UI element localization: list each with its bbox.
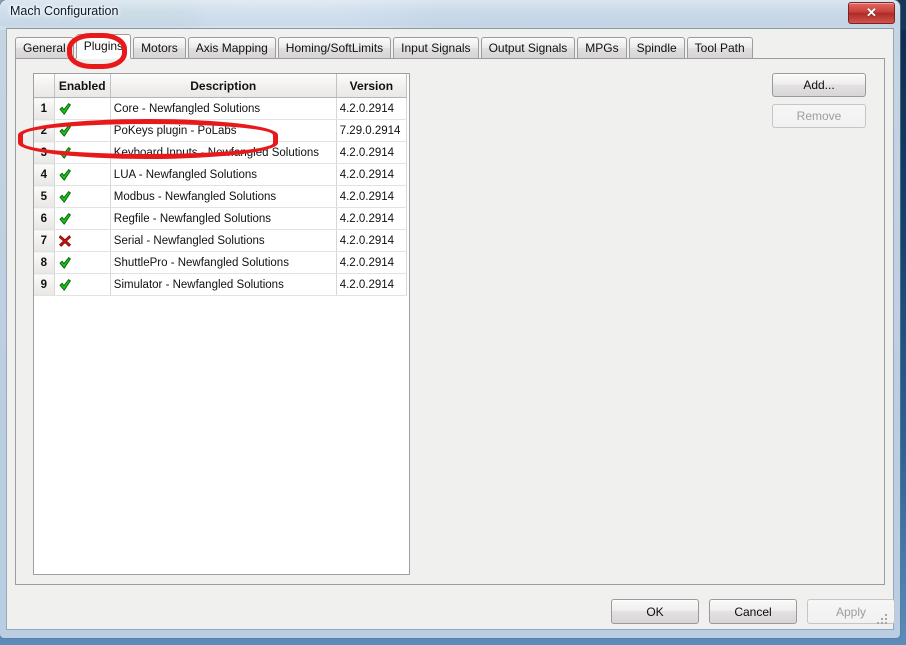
title-bar[interactable]: Mach Configuration ✕ [0, 0, 900, 26]
version-cell[interactable]: 4.2.0.2914 [336, 141, 408, 164]
row-number[interactable]: 2 [34, 119, 55, 142]
row-number[interactable]: 7 [34, 229, 55, 252]
column-header-version[interactable]: Version [336, 74, 408, 98]
table-row[interactable]: 4 LUA - Newfangled Solutions 4.2.0.2914 [34, 163, 408, 186]
row-number[interactable]: 3 [34, 141, 55, 164]
enabled-cell[interactable] [54, 185, 111, 208]
description-cell[interactable]: Serial - Newfangled Solutions [110, 229, 337, 252]
row-number[interactable]: 6 [34, 207, 55, 230]
tab-spindle[interactable]: Spindle [628, 37, 685, 59]
table-row[interactable]: 7 Serial - Newfangled Solutions 4.2.0.2914 [34, 229, 408, 252]
table-header-row: Enabled Description Version [34, 74, 408, 98]
tab-mpgs[interactable]: MPGs [577, 37, 627, 59]
description-cell[interactable]: Keyboard Inputs - Newfangled Solutions [110, 141, 337, 164]
green-check-icon [59, 146, 71, 159]
description-cell[interactable]: Modbus - Newfangled Solutions [110, 185, 337, 208]
column-header-enabled[interactable]: Enabled [54, 74, 111, 98]
mach-configuration-window: Mach Configuration ✕ General Plugins Motor… [0, 0, 900, 638]
enabled-cell[interactable] [54, 97, 111, 120]
green-check-icon [59, 190, 71, 203]
tab-motors[interactable]: Motors [133, 37, 186, 59]
client-area: General Plugins Motors Axis Mapping Homing/S… [6, 28, 895, 630]
table-row[interactable]: 8 ShuttlePro - Newfangled Solutions 4.2.0.… [34, 251, 408, 274]
description-cell[interactable]: Core - Newfangled Solutions [110, 97, 337, 120]
version-cell[interactable]: 4.2.0.2914 [336, 185, 408, 208]
tab-axis-mapping[interactable]: Axis Mapping [187, 37, 276, 59]
table-row[interactable]: 2 PoKeys plugin - PoLabs 7.29.0.2914 [34, 119, 408, 142]
plugins-table: Enabled Description Version 1 Core - Newf… [34, 74, 408, 296]
version-cell[interactable]: 7.29.0.2914 [336, 119, 408, 142]
table-row[interactable]: 3 Keyboard Inputs - Newfangled Solutions 4… [34, 141, 408, 164]
tab-general[interactable]: General [15, 37, 74, 59]
version-cell[interactable]: 4.2.0.2914 [336, 229, 408, 252]
version-cell[interactable]: 4.2.0.2914 [336, 163, 408, 186]
row-number[interactable]: 9 [34, 273, 55, 296]
description-cell[interactable]: Simulator - Newfangled Solutions [110, 273, 337, 296]
description-cell[interactable]: Regfile - Newfangled Solutions [110, 207, 337, 230]
resize-grip-icon[interactable] [875, 612, 889, 626]
enabled-cell[interactable] [54, 273, 111, 296]
tab-output-signals[interactable]: Output Signals [480, 37, 576, 59]
enabled-cell[interactable] [54, 163, 111, 186]
column-header-description[interactable]: Description [110, 74, 337, 98]
green-check-icon [59, 168, 71, 181]
row-number[interactable]: 1 [34, 97, 55, 120]
green-check-icon [59, 256, 71, 269]
tab-strip: General Plugins Motors Axis Mapping Homing/S… [15, 34, 755, 59]
version-cell[interactable]: 4.2.0.2914 [336, 273, 408, 296]
plugins-grid[interactable]: Enabled Description Version 1 Core - Newf… [33, 73, 410, 575]
tab-plugins[interactable]: Plugins [75, 34, 132, 59]
enabled-cell[interactable] [54, 119, 111, 142]
remove-button[interactable]: Remove [772, 104, 866, 128]
red-x-icon [58, 234, 71, 247]
table-row[interactable]: 5 Modbus - Newfangled Solutions 4.2.0.2914 [34, 185, 408, 208]
row-number[interactable]: 8 [34, 251, 55, 274]
description-cell[interactable]: ShuttlePro - Newfangled Solutions [110, 251, 337, 274]
close-icon: ✕ [866, 5, 877, 20]
version-cell[interactable]: 4.2.0.2914 [336, 97, 408, 120]
tab-input-signals[interactable]: Input Signals [393, 37, 479, 59]
enabled-cell[interactable] [54, 141, 111, 164]
description-cell[interactable]: LUA - Newfangled Solutions [110, 163, 337, 186]
green-check-icon [59, 124, 71, 137]
plugins-tab-page: Enabled Description Version 1 Core - Newf… [15, 58, 885, 585]
green-check-icon [59, 102, 71, 115]
table-body: 1 Core - Newfangled Solutions 4.2.0.2914 2 P… [34, 97, 408, 296]
version-cell[interactable]: 4.2.0.2914 [336, 251, 408, 274]
cancel-button[interactable]: Cancel [709, 599, 797, 624]
green-check-icon [59, 278, 71, 291]
window-title: Mach Configuration [10, 4, 119, 18]
tab-tool-path[interactable]: Tool Path [686, 37, 753, 59]
table-row[interactable]: 9 Simulator - Newfangled Solutions 4.2.0.2… [34, 273, 408, 296]
description-cell[interactable]: PoKeys plugin - PoLabs [110, 119, 337, 142]
green-check-icon [59, 212, 71, 225]
table-row[interactable]: 1 Core - Newfangled Solutions 4.2.0.2914 [34, 97, 408, 120]
row-number[interactable]: 5 [34, 185, 55, 208]
row-number[interactable]: 4 [34, 163, 55, 186]
tab-homing-softlimits[interactable]: Homing/SoftLimits [277, 37, 392, 59]
close-button[interactable]: ✕ [848, 2, 895, 24]
enabled-cell[interactable] [54, 207, 111, 230]
enabled-cell[interactable] [54, 229, 111, 252]
ok-button[interactable]: OK [611, 599, 699, 624]
add-button[interactable]: Add... [772, 73, 866, 97]
enabled-cell[interactable] [54, 251, 111, 274]
column-header-rownum[interactable] [34, 74, 55, 98]
version-cell[interactable]: 4.2.0.2914 [336, 207, 408, 230]
table-row[interactable]: 6 Regfile - Newfangled Solutions 4.2.0.291… [34, 207, 408, 230]
